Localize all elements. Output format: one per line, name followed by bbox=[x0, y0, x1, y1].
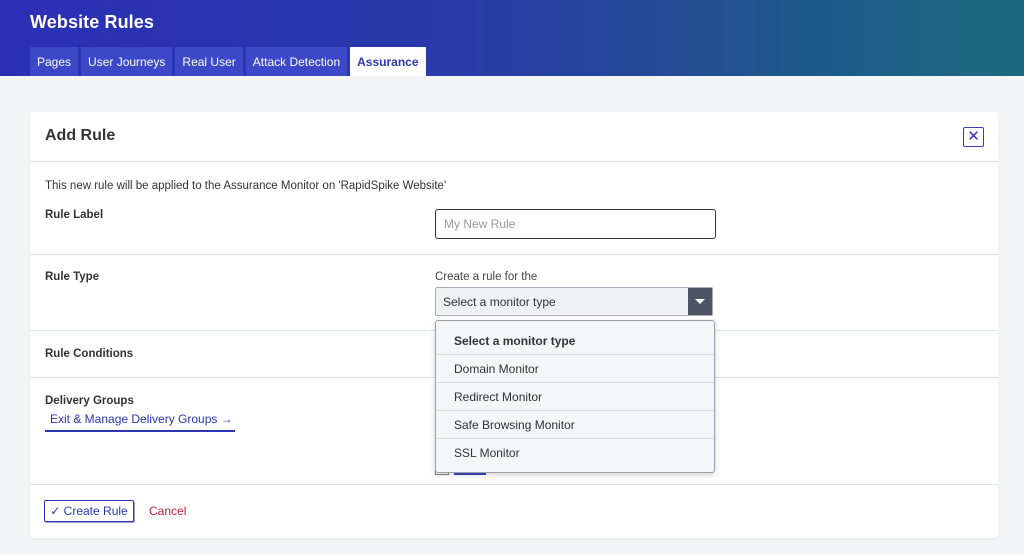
rule-label-input[interactable] bbox=[435, 209, 716, 239]
dropdown-option[interactable]: Domain Monitor bbox=[436, 355, 714, 383]
add-rule-card: Add Rule ✕ This new rule will be applied… bbox=[30, 112, 998, 538]
tab-pages[interactable]: Pages bbox=[30, 47, 79, 76]
monitor-type-dropdown: Select a monitor type Domain Monitor Red… bbox=[435, 320, 715, 473]
close-icon: ✕ bbox=[967, 128, 980, 145]
manage-delivery-groups-link[interactable]: Exit & Manage Delivery Groups → bbox=[45, 412, 235, 432]
card-header: Add Rule ✕ bbox=[30, 112, 998, 162]
chevron-down-icon[interactable] bbox=[688, 288, 712, 315]
close-button[interactable]: ✕ bbox=[963, 127, 984, 147]
create-rule-button[interactable]: ✓ Create Rule bbox=[44, 500, 134, 522]
tab-real-user[interactable]: Real User bbox=[175, 47, 243, 76]
tab-bar: Pages User Journeys Real User Attack Det… bbox=[30, 47, 429, 76]
dropdown-option[interactable]: Select a monitor type bbox=[436, 321, 714, 355]
top-header: Website Rules Pages User Journeys Real U… bbox=[0, 0, 1024, 76]
monitor-type-selected: Select a monitor type bbox=[443, 294, 556, 309]
rule-label-label: Rule Label bbox=[45, 209, 104, 221]
rule-type-hint: Create a rule for the bbox=[435, 271, 538, 283]
delivery-groups-label: Delivery Groups bbox=[45, 395, 134, 407]
dropdown-option[interactable]: SSL Monitor bbox=[436, 439, 714, 467]
card-title: Add Rule bbox=[45, 127, 116, 144]
info-text: This new rule will be applied to the Ass… bbox=[45, 180, 447, 192]
page-title: Website Rules bbox=[30, 12, 155, 32]
rule-type-label: Rule Type bbox=[45, 271, 100, 283]
monitor-type-select[interactable]: Select a monitor type bbox=[435, 287, 713, 316]
cancel-button[interactable]: Cancel bbox=[149, 504, 186, 518]
dropdown-option[interactable]: Redirect Monitor bbox=[436, 383, 714, 411]
tab-assurance[interactable]: Assurance bbox=[350, 47, 426, 76]
dropdown-option[interactable]: Safe Browsing Monitor bbox=[436, 411, 714, 439]
rule-conditions-label: Rule Conditions bbox=[45, 348, 134, 360]
tab-user-journeys[interactable]: User Journeys bbox=[81, 47, 173, 76]
tab-attack-detection[interactable]: Attack Detection bbox=[245, 47, 348, 76]
